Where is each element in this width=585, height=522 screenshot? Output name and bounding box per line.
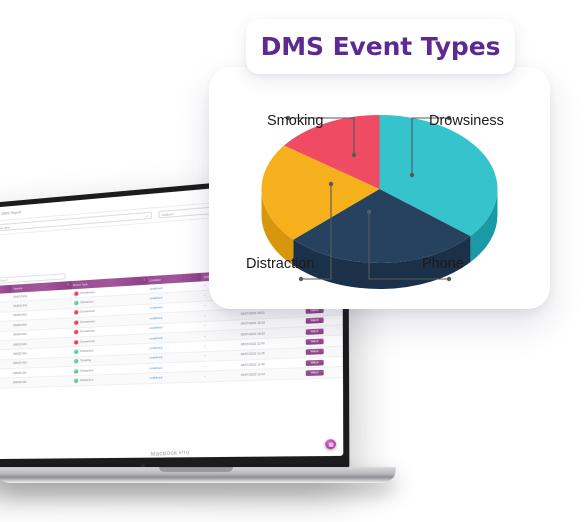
event-type-icon	[73, 329, 79, 335]
callout-anchor-phone	[366, 209, 372, 215]
event-type-label: Drowsiness	[80, 310, 95, 315]
event-type-label: Distraction	[80, 349, 94, 353]
event-type-icon	[73, 310, 79, 316]
chevron-down-icon: ▾	[146, 213, 148, 218]
event-type-icon	[73, 290, 79, 297]
watch-button[interactable]: Watch	[305, 328, 324, 335]
cell-vehicle: DMS3C461	[10, 376, 71, 388]
chart-card: Smoking Drowsiness Distraction Phone	[209, 67, 550, 309]
event-type-label: Drowsiness	[80, 329, 95, 334]
composition-stage: DMS Report DMS Report ADAS Report Select…	[0, 0, 585, 522]
event-type-icon	[72, 378, 79, 384]
pie-chart-svg	[261, 115, 498, 289]
title-card: DMS Event Types	[246, 19, 515, 74]
pie-label-phone: Phone	[422, 256, 464, 272]
callout-dot-distraction	[298, 276, 304, 282]
event-type-label: Distraction	[80, 368, 94, 373]
callout-anchor-distraction	[328, 181, 334, 187]
event-type-label: Distraction	[80, 300, 94, 305]
search-placeholder: Search	[0, 277, 9, 283]
callout-anchor-smoking	[351, 152, 357, 158]
event-type-icon	[73, 348, 79, 355]
cell-created-on: 08/07/2022 12:10	[238, 368, 304, 381]
event-type-icon	[72, 368, 79, 374]
callout-anchor-drowsiness	[409, 172, 415, 178]
event-type-icon	[73, 300, 79, 306]
pie-label-drowsiness: Drowsiness	[429, 113, 504, 129]
event-type-label: Drowsiness	[80, 290, 95, 295]
cell-event-type: Distraction	[70, 373, 148, 386]
platform-select-value: platform	[161, 211, 174, 217]
add-record-button[interactable]	[325, 439, 336, 450]
laptop-base	[0, 467, 397, 483]
watch-button[interactable]: Watch	[305, 338, 324, 345]
event-type-label: Smoking	[80, 359, 92, 363]
topbar-title: DMS Report	[1, 209, 22, 216]
plus-icon	[328, 441, 333, 447]
watch-button[interactable]: Watch	[305, 359, 324, 366]
event-type-label: Drowsiness	[80, 319, 95, 324]
pie-chart: Smoking Drowsiness Distraction Phone	[209, 67, 550, 309]
pie-label-distraction: Distraction	[246, 256, 315, 272]
event-type-label: Drowsiness	[80, 339, 95, 344]
event-type-icon	[73, 339, 79, 345]
event-type-icon	[72, 358, 79, 365]
event-type-label: Distraction	[80, 378, 94, 383]
cell-sn: 10	[0, 378, 11, 389]
watch-button[interactable]: Watch	[305, 317, 324, 324]
fleet-select-value: Select fleet	[0, 224, 10, 231]
page-title: DMS Event Types	[260, 32, 501, 61]
watch-button[interactable]: Watch	[305, 369, 324, 377]
pie-label-smoking: Smoking	[267, 113, 324, 129]
cell-location[interactable]: undefined	[147, 371, 202, 384]
watch-button[interactable]: Watch	[305, 348, 324, 356]
cell-actions[interactable]: Watch	[303, 366, 344, 379]
cell-address: --	[201, 370, 239, 382]
event-type-icon	[73, 319, 79, 326]
callout-dot-phone	[446, 276, 452, 282]
